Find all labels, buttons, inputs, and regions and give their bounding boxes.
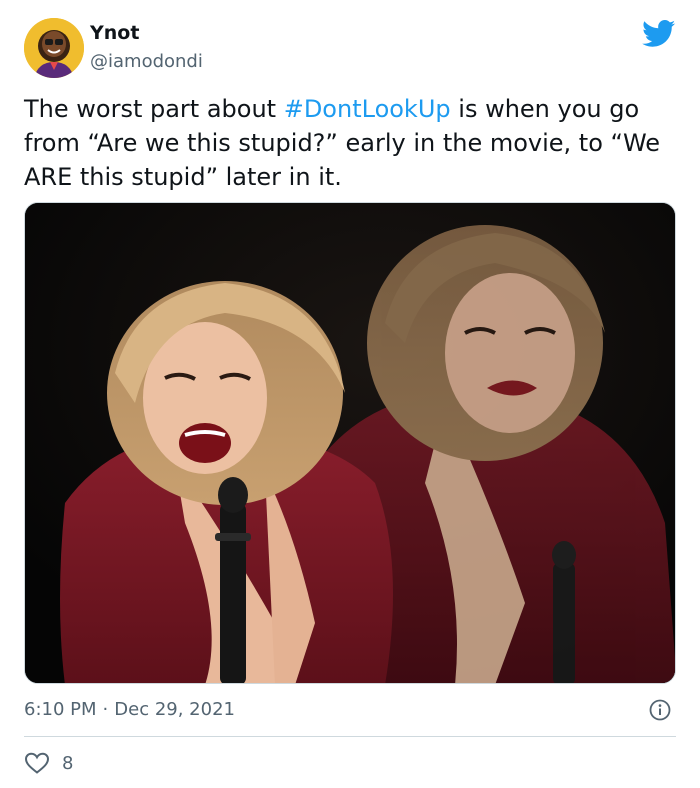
twitter-bird-icon[interactable] (642, 20, 676, 48)
display-name[interactable]: Ynot (90, 22, 139, 44)
tweet-time: 6:10 PM (24, 699, 97, 720)
heart-icon (24, 752, 50, 774)
info-icon[interactable] (649, 699, 671, 721)
tweet-text: The worst part about #DontLookUp is when… (24, 92, 684, 194)
hashtag-link[interactable]: #DontLookUp (284, 95, 451, 123)
avatar[interactable] (24, 18, 84, 78)
tweet-timestamp[interactable]: 6:10 PM · Dec 29, 2021 (24, 699, 235, 720)
like-button[interactable]: 8 (24, 750, 73, 776)
tweet-photo[interactable] (24, 202, 676, 684)
divider (24, 736, 676, 737)
user-handle[interactable]: @iamodondi (90, 51, 203, 72)
timestamp-separator: · (102, 699, 109, 720)
like-count: 8 (62, 752, 74, 774)
tweet-text-start: The worst part about (24, 95, 284, 123)
tweet-card: Ynot @iamodondi The worst part about #Do… (0, 0, 700, 788)
tweet-date: Dec 29, 2021 (114, 699, 235, 720)
